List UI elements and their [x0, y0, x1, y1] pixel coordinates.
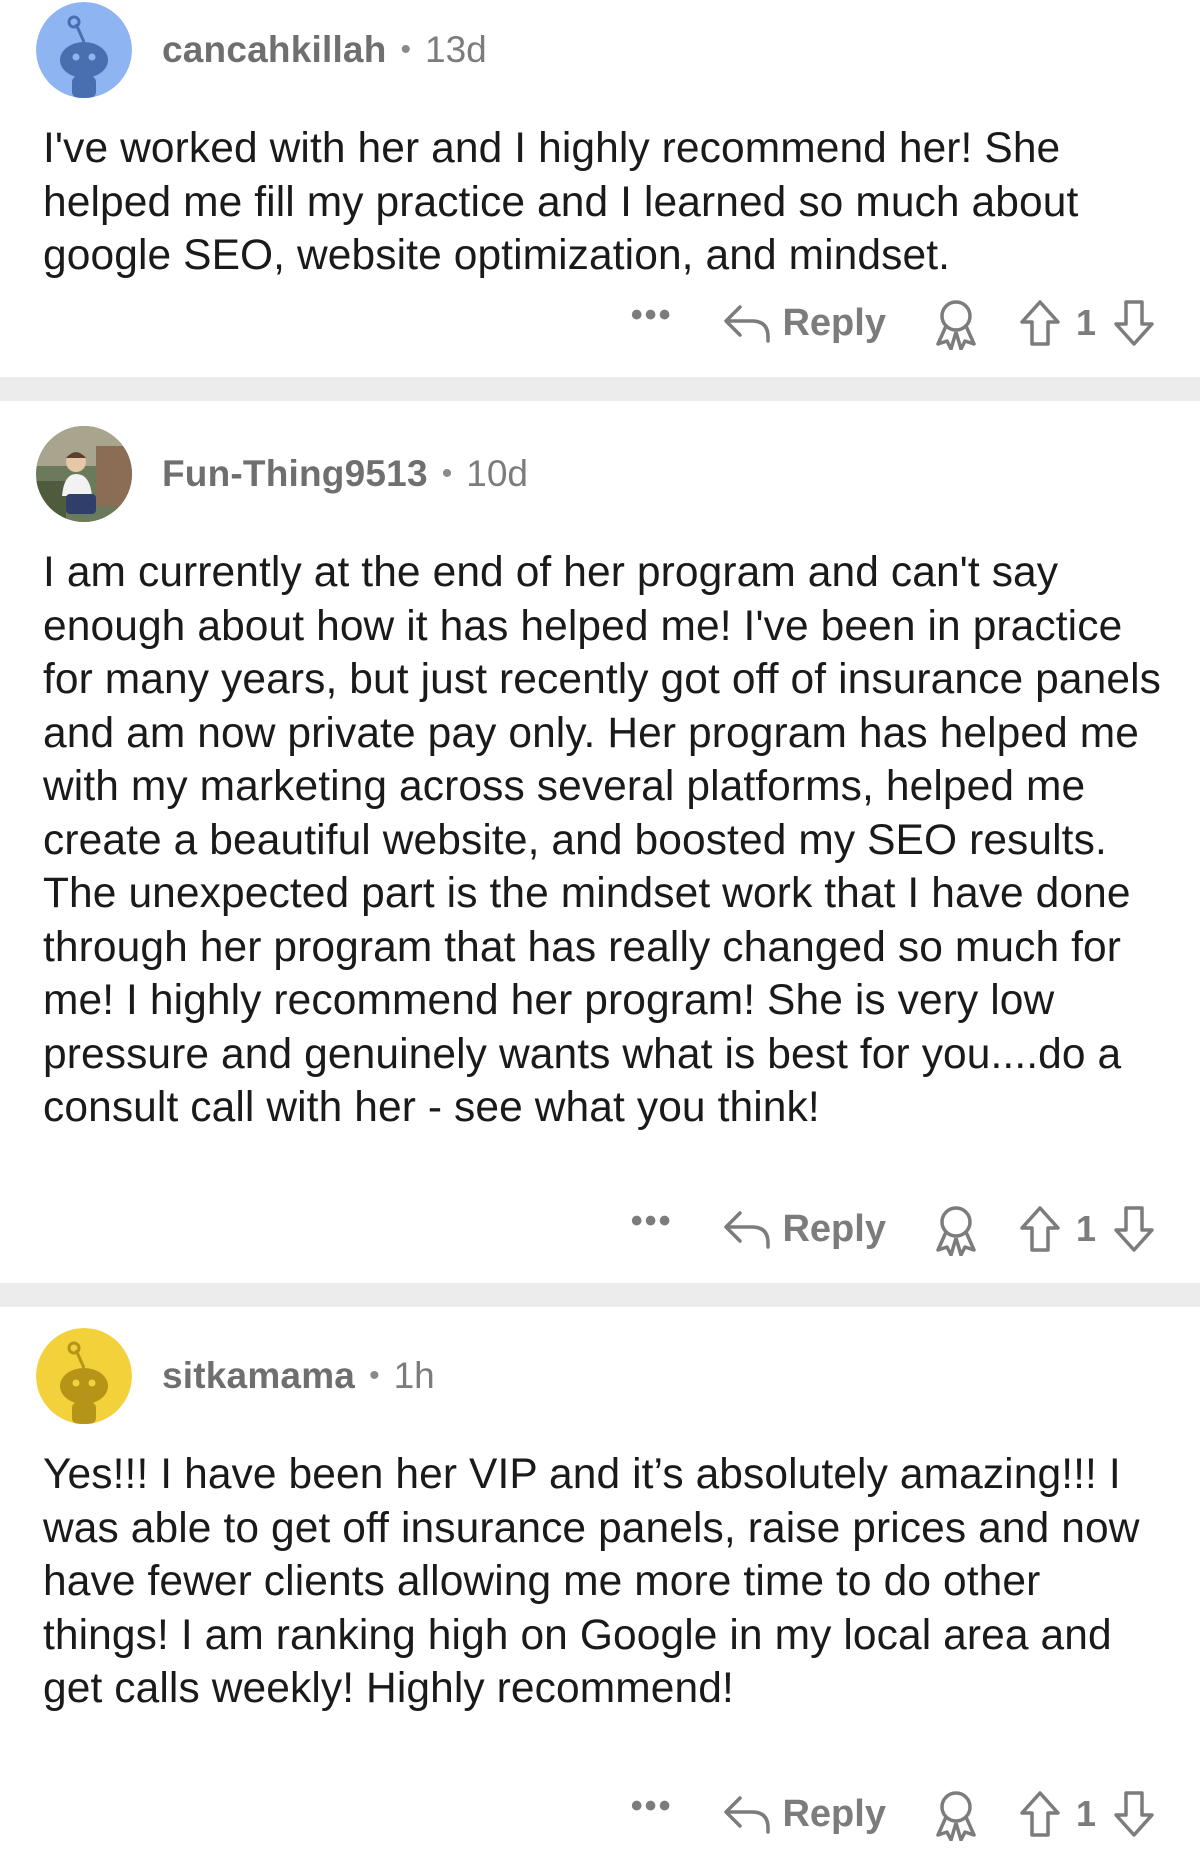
reply-icon	[724, 1211, 771, 1249]
reply-label: Reply	[782, 1207, 886, 1250]
reply-button[interactable]: Reply	[722, 1792, 886, 1836]
vote-count: 1	[1075, 302, 1096, 343]
photo-avatar-icon	[36, 426, 132, 522]
comment-age: 10d	[466, 453, 528, 494]
avatar[interactable]	[36, 426, 132, 522]
comment-age: 1h	[393, 1355, 435, 1396]
more-options-button[interactable]: •••	[631, 1789, 673, 1839]
comment-body: I am currently at the end of her program…	[43, 549, 1161, 1131]
reply-icon	[724, 1796, 771, 1834]
downvote-arrow-icon[interactable]	[1112, 1789, 1156, 1839]
username[interactable]: sitkamama	[162, 1355, 355, 1397]
snoo-avatar-icon	[36, 1328, 132, 1424]
comment-card: cancahkillah • 13d I've worked with her …	[0, 0, 1200, 377]
comment-meta: cancahkillah • 13d	[162, 29, 487, 71]
upvote-arrow-icon[interactable]	[1018, 1204, 1062, 1254]
downvote-arrow-icon[interactable]	[1112, 298, 1156, 348]
comment-divider	[0, 377, 1200, 401]
upvote-arrow-icon[interactable]	[1018, 298, 1062, 348]
reply-button[interactable]: Reply	[722, 301, 886, 345]
username[interactable]: cancahkillah	[162, 29, 387, 71]
reply-label: Reply	[782, 1792, 886, 1835]
comment-actions: ••• Reply 1	[631, 1199, 1156, 1259]
award-icon[interactable]	[932, 296, 980, 350]
avatar[interactable]	[36, 1328, 132, 1424]
meta-separator: •	[369, 1359, 380, 1392]
comment-header: Fun-Thing9513 • 10d	[36, 426, 528, 522]
vote-count: 1	[1075, 1208, 1096, 1249]
comment-actions: ••• Reply 1	[631, 1784, 1156, 1844]
vote-count: 1	[1075, 1793, 1096, 1834]
downvote-arrow-icon[interactable]	[1112, 1204, 1156, 1254]
comment-actions: ••• Reply 1	[631, 293, 1156, 353]
avatar[interactable]	[36, 2, 132, 98]
comment-meta: Fun-Thing9513 • 10d	[162, 453, 528, 495]
upvote-arrow-icon[interactable]	[1018, 1789, 1062, 1839]
comment-card: sitkamama • 1h Yes!!! I have been her VI…	[0, 1307, 1200, 1869]
reply-button[interactable]: Reply	[722, 1207, 886, 1251]
comment-body: Yes!!! I have been her VIP and it’s abso…	[43, 1451, 1140, 1712]
reply-icon	[724, 305, 771, 343]
snoo-avatar-icon	[36, 2, 132, 98]
comment-divider	[0, 1283, 1200, 1307]
meta-separator: •	[441, 457, 453, 490]
username[interactable]: Fun-Thing9513	[162, 453, 428, 495]
meta-separator: •	[400, 33, 412, 66]
comment-card: Fun-Thing9513 • 10d I am currently at th…	[0, 401, 1200, 1283]
award-icon[interactable]	[932, 1787, 980, 1841]
reply-label: Reply	[782, 301, 886, 344]
comment-header: sitkamama • 1h	[36, 1328, 435, 1424]
more-options-button[interactable]: •••	[631, 298, 673, 348]
more-options-button[interactable]: •••	[631, 1204, 673, 1254]
comment-meta: sitkamama • 1h	[162, 1355, 435, 1397]
award-icon[interactable]	[932, 1202, 980, 1256]
comment-body: I've worked with her and I highly recomm…	[43, 125, 1079, 279]
comment-age: 13d	[425, 29, 487, 70]
comment-header: cancahkillah • 13d	[36, 2, 487, 98]
